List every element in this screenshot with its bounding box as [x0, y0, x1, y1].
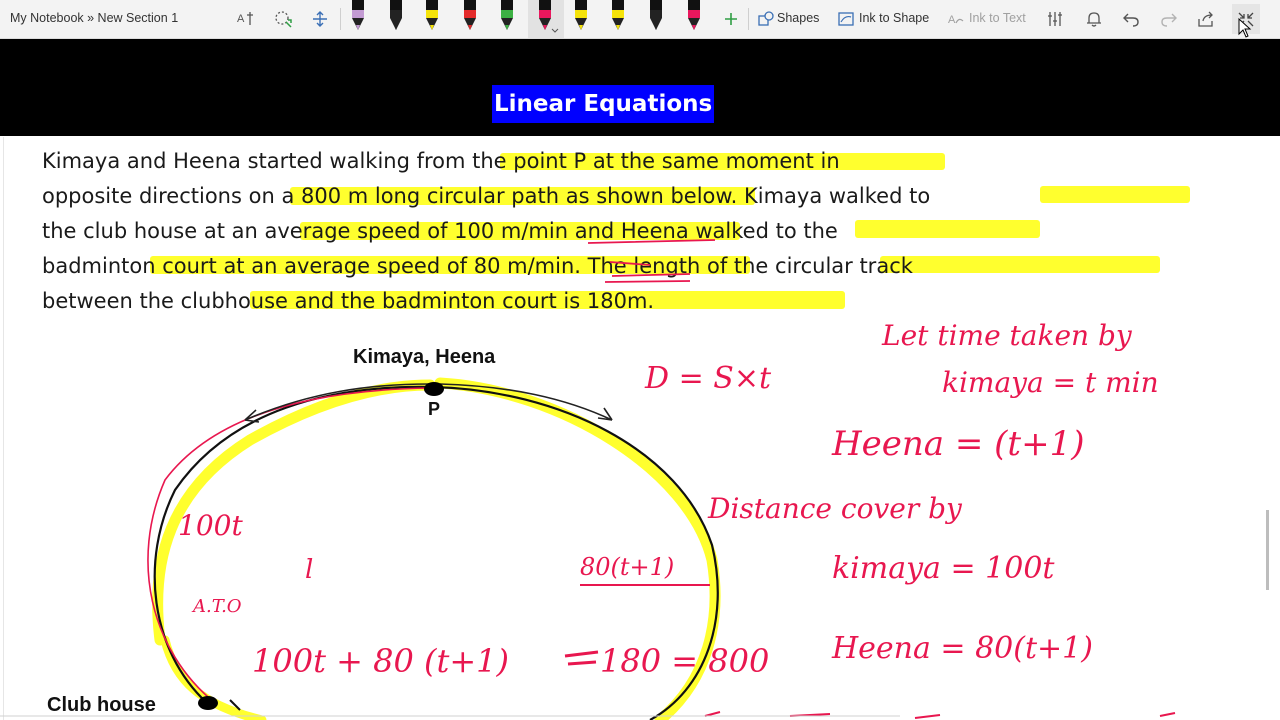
- distance-heena: Heena = 80(t+1): [831, 631, 1093, 666]
- label-kimaya-heena: Kimaya, Heena: [353, 346, 496, 368]
- club-house-point: [198, 696, 218, 710]
- note-line-3: Heena = (t+1): [831, 424, 1084, 464]
- ink-scribble: [564, 650, 599, 666]
- formula: D = S×t: [644, 361, 772, 396]
- note-line-1: Let time taken by: [881, 319, 1133, 352]
- label-one: l: [305, 555, 313, 585]
- ink-fragment: [704, 711, 1176, 719]
- equation-right: 180 = 800: [600, 642, 769, 680]
- equation-left: 100t + 80 (t+1): [252, 642, 509, 680]
- ink-canvas: D = S×t Let time taken by kimaya = t min…: [0, 239, 1176, 720]
- distance-kimaya: kimaya = 100t: [832, 551, 1055, 586]
- label-100t: 100t: [178, 509, 243, 542]
- note-line-2: kimaya = t min: [942, 366, 1159, 399]
- label-point-p: P: [428, 399, 441, 419]
- label-80t1: 80(t+1): [580, 553, 674, 581]
- label-club-house: Club house: [47, 694, 156, 716]
- distance-header: Distance cover by: [707, 492, 963, 525]
- label-ato: A.T.O: [191, 596, 242, 617]
- ink-underline: [587, 239, 716, 283]
- point-p: [424, 382, 444, 396]
